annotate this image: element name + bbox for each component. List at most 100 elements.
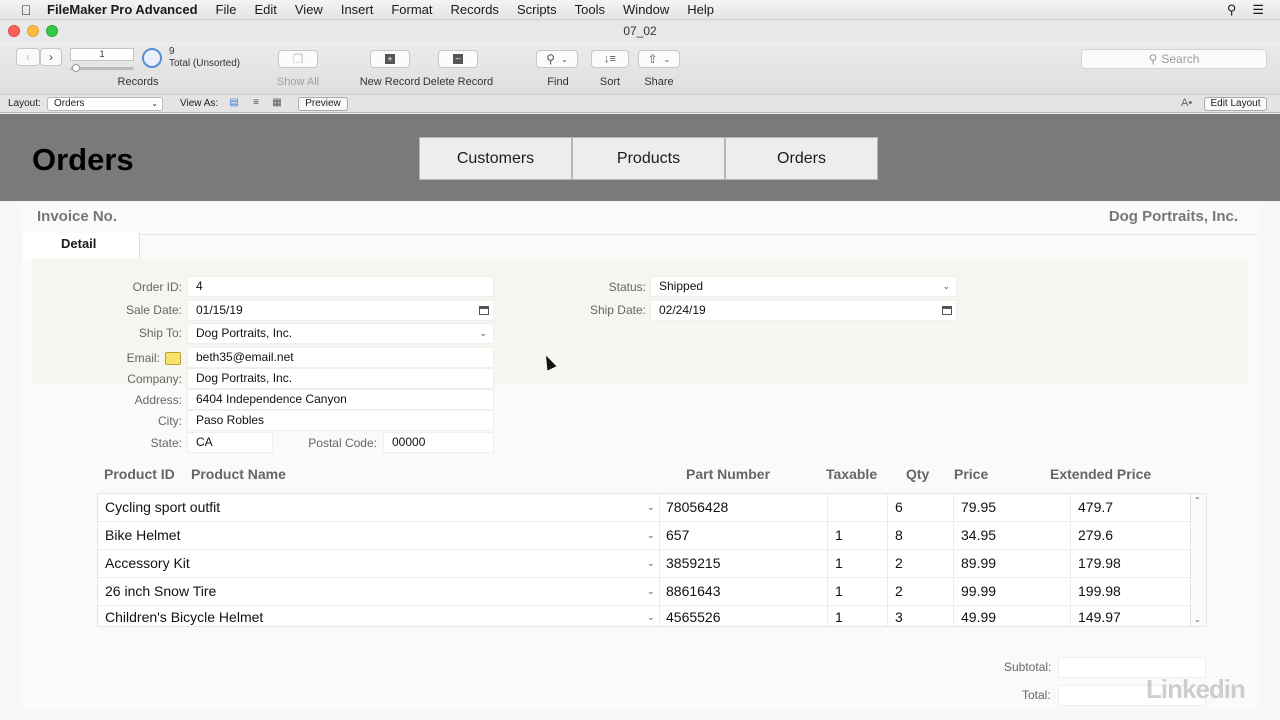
- taxable-cell[interactable]: 1: [835, 550, 843, 578]
- menu-file[interactable]: File: [216, 2, 237, 17]
- current-record-input[interactable]: 1: [70, 48, 134, 61]
- part-number-cell[interactable]: 3859215: [666, 550, 721, 578]
- formatting-bar-icon[interactable]: A•: [1181, 97, 1192, 109]
- state-field[interactable]: CA: [187, 432, 273, 453]
- product-name-cell[interactable]: Cycling sport outfit: [105, 494, 220, 522]
- window-title: 07_02: [623, 24, 657, 38]
- part-number-cell[interactable]: 4565526: [666, 606, 721, 626]
- part-number-cell[interactable]: 657: [666, 522, 689, 550]
- cell-divider: [953, 494, 954, 522]
- email-field[interactable]: beth35@email.net: [187, 347, 494, 368]
- chevron-up-icon[interactable]: ⌃: [1194, 496, 1201, 505]
- column-header-extended-price: Extended Price: [1050, 466, 1152, 482]
- list-view-icon[interactable]: ≡: [250, 98, 262, 108]
- spotlight-search-icon[interactable]: ⚲: [1227, 2, 1237, 18]
- cell-divider: [887, 522, 888, 550]
- table-row[interactable]: Bike Helmet ⌄ 657 1 8 34.95 279.6: [98, 522, 1192, 550]
- nav-orders-button[interactable]: Orders: [725, 137, 878, 180]
- table-row[interactable]: Children's Bicycle Helmet ⌄ 4565526 1 3 …: [98, 606, 1192, 626]
- previous-record-button[interactable]: ‹: [16, 48, 40, 66]
- menu-window[interactable]: Window: [623, 2, 669, 17]
- table-view-icon[interactable]: ▦: [271, 98, 283, 108]
- company-field[interactable]: Dog Portraits, Inc.: [187, 368, 494, 389]
- price-cell[interactable]: 49.99: [961, 606, 996, 626]
- new-record-button[interactable]: +: [370, 50, 410, 68]
- address-field[interactable]: 6404 Independence Canyon: [187, 389, 494, 410]
- product-name-cell[interactable]: Bike Helmet: [105, 522, 180, 550]
- notification-center-icon[interactable]: ☰: [1252, 2, 1264, 18]
- price-cell[interactable]: 99.99: [961, 578, 996, 606]
- taxable-cell[interactable]: 1: [835, 606, 843, 626]
- preview-button[interactable]: Preview: [298, 97, 348, 111]
- sale-date-field[interactable]: 01/15/19: [187, 300, 494, 321]
- column-header-qty: Qty: [906, 466, 930, 482]
- price-cell[interactable]: 34.95: [961, 522, 996, 550]
- send-email-icon[interactable]: [165, 352, 181, 365]
- record-pie-chart-icon[interactable]: [142, 48, 162, 68]
- chevron-right-icon: ›: [49, 50, 53, 64]
- city-field[interactable]: Paso Robles: [187, 410, 494, 431]
- taxable-cell[interactable]: 1: [835, 578, 843, 606]
- menu-format[interactable]: Format: [391, 2, 432, 17]
- table-row[interactable]: 26 inch Snow Tire ⌄ 8861643 1 2 99.99 19…: [98, 578, 1192, 606]
- table-row[interactable]: Accessory Kit ⌄ 3859215 1 2 89.99 179.98: [98, 550, 1192, 578]
- price-cell[interactable]: 79.95: [961, 494, 996, 522]
- line-items-portal[interactable]: Cycling sport outfit ⌄ 78056428 6 79.95 …: [97, 493, 1207, 627]
- quick-find-search-input[interactable]: ⚲ Search: [1081, 49, 1267, 69]
- menu-tools[interactable]: Tools: [575, 2, 605, 17]
- qty-cell[interactable]: 8: [895, 522, 903, 550]
- order-id-field[interactable]: 4: [187, 276, 494, 297]
- chevron-down-icon[interactable]: ⌄: [647, 522, 655, 550]
- menu-records[interactable]: Records: [451, 2, 499, 17]
- share-button[interactable]: ⇧ ⌄: [638, 50, 680, 68]
- chevron-down-icon[interactable]: ⌄: [647, 550, 655, 578]
- record-slider[interactable]: [70, 64, 134, 72]
- product-name-cell[interactable]: Accessory Kit: [105, 550, 190, 578]
- record-slider-thumb[interactable]: [72, 64, 80, 72]
- records-label: Records: [117, 76, 159, 88]
- product-name-cell[interactable]: Children's Bicycle Helmet: [105, 606, 263, 626]
- chevron-down-icon[interactable]: ⌄: [1194, 615, 1201, 624]
- form-view-icon[interactable]: ▤: [228, 98, 240, 108]
- ship-to-dropdown[interactable]: Dog Portraits, Inc. ⌄: [187, 323, 494, 344]
- portal-scrollbar[interactable]: ⌃ ⌄: [1190, 494, 1206, 626]
- minus-icon: –: [453, 54, 463, 64]
- menu-help[interactable]: Help: [687, 2, 714, 17]
- nav-customers-button[interactable]: Customers: [419, 137, 572, 180]
- qty-cell[interactable]: 2: [895, 578, 903, 606]
- tab-detail[interactable]: Detail: [22, 233, 140, 259]
- delete-record-button[interactable]: –: [438, 50, 478, 68]
- part-number-cell[interactable]: 78056428: [666, 494, 728, 522]
- product-name-cell[interactable]: 26 inch Snow Tire: [105, 578, 216, 606]
- chevron-down-icon[interactable]: ⌄: [647, 494, 655, 522]
- price-cell[interactable]: 89.99: [961, 550, 996, 578]
- postal-code-field[interactable]: 00000: [383, 432, 494, 453]
- qty-cell[interactable]: 2: [895, 550, 903, 578]
- show-all-button[interactable]: ❐: [278, 50, 318, 68]
- calendar-icon[interactable]: [479, 306, 489, 315]
- next-record-button[interactable]: ›: [40, 48, 62, 66]
- status-dropdown[interactable]: Shipped ⌄: [650, 276, 957, 297]
- edit-layout-button[interactable]: Edit Layout: [1204, 97, 1267, 111]
- sort-button[interactable]: ↓≡: [591, 50, 629, 68]
- app-menu[interactable]: FileMaker Pro Advanced: [47, 2, 198, 17]
- table-row[interactable]: Cycling sport outfit ⌄ 78056428 6 79.95 …: [98, 494, 1192, 522]
- chevron-down-icon[interactable]: ⌄: [647, 606, 655, 626]
- layout-dropdown[interactable]: Orders ⌄: [47, 97, 163, 111]
- cell-divider: [887, 578, 888, 606]
- ship-date-field[interactable]: 02/24/19: [650, 300, 957, 321]
- calendar-icon[interactable]: [942, 306, 952, 315]
- nav-products-button[interactable]: Products: [572, 137, 725, 180]
- menu-insert[interactable]: Insert: [341, 2, 374, 17]
- apple-menu-icon[interactable]: : [17, 2, 35, 18]
- chevron-down-icon: ⌄: [663, 54, 671, 64]
- part-number-cell[interactable]: 8861643: [666, 578, 721, 606]
- qty-cell[interactable]: 6: [895, 494, 903, 522]
- qty-cell[interactable]: 3: [895, 606, 903, 626]
- menu-scripts[interactable]: Scripts: [517, 2, 557, 17]
- find-button[interactable]: ⚲ ⌄: [536, 50, 578, 68]
- chevron-down-icon[interactable]: ⌄: [647, 578, 655, 606]
- menu-view[interactable]: View: [295, 2, 323, 17]
- menu-edit[interactable]: Edit: [254, 2, 276, 17]
- taxable-cell[interactable]: 1: [835, 522, 843, 550]
